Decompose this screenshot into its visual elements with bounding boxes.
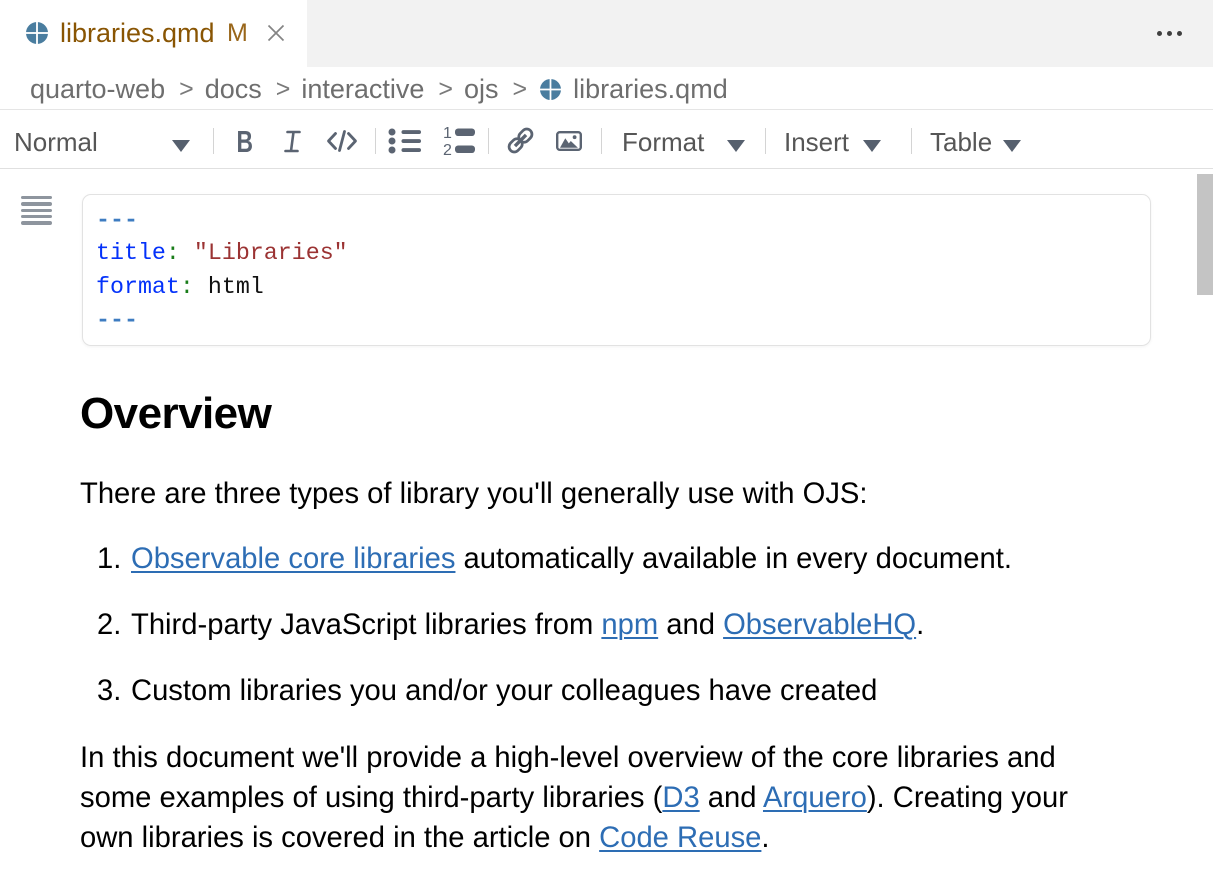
svg-text:2: 2 <box>443 142 452 158</box>
svg-text:1: 1 <box>443 125 452 142</box>
svg-text:B: B <box>237 124 254 159</box>
